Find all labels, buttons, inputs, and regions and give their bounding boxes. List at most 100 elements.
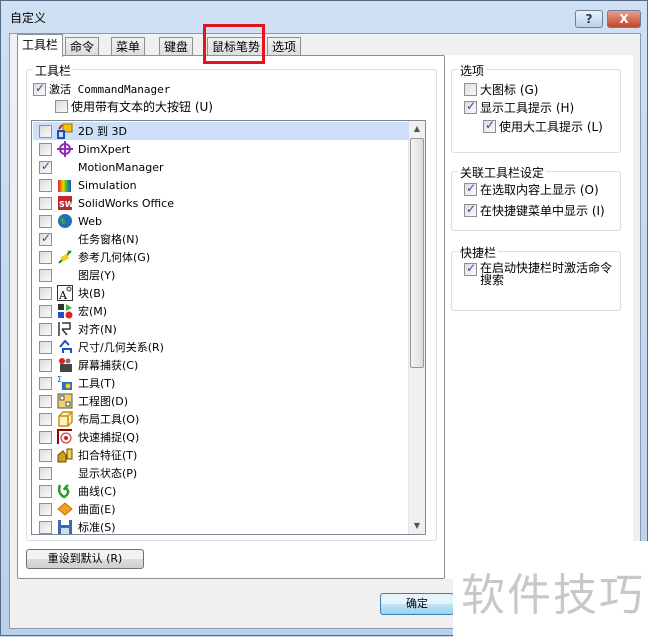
checkbox[interactable] — [464, 261, 477, 276]
toolbar-list-item-label: 快速捕捉(Q) — [78, 431, 140, 444]
dimension-relation-icon — [57, 339, 73, 355]
checkbox[interactable] — [464, 99, 477, 114]
checkbox[interactable] — [39, 231, 52, 246]
toolbar-list-item[interactable]: 布局工具(O) — [33, 410, 409, 428]
dialog-window: 自定义 ? X 工具栏 命令 菜单 键盘 鼠标笔势 选项 工具栏 激活 Comm… — [0, 0, 648, 637]
activate-command-search-checkbox[interactable]: 在启动快捷栏时激活命令搜索 — [464, 261, 614, 286]
checkbox[interactable] — [39, 124, 52, 138]
toolbar-list-item-label: 扣合特征(T) — [78, 449, 138, 462]
toolbar-list-item[interactable]: 宏(M) — [33, 302, 409, 320]
toolbar-list-item[interactable]: 尺寸/几何关系(R) — [33, 338, 409, 356]
toolbar-list-item[interactable]: MotionManager — [33, 158, 409, 176]
toolbar-list-item[interactable]: 图层(Y) — [33, 266, 409, 284]
tab-options[interactable]: 选项 — [267, 37, 302, 56]
checkbox[interactable] — [39, 268, 52, 282]
toolbar-list-item[interactable]: SW SolidWorks Office — [33, 194, 409, 212]
toolbar-list-item[interactable]: Σ 工具(T) — [33, 374, 409, 392]
tab-keyboard[interactable]: 键盘 — [159, 37, 194, 56]
checkbox[interactable] — [39, 376, 52, 390]
toolbar-list-item[interactable]: 扣合特征(T) — [33, 446, 409, 464]
checkbox[interactable] — [39, 196, 52, 210]
tab-menus[interactable]: 菜单 — [111, 37, 146, 56]
toolbar-list[interactable]: ▲ ▼ 2D 到 3D DimXpert MotionManager Simulati… — [31, 120, 426, 535]
ok-button[interactable]: 确定 — [380, 593, 454, 615]
checkbox[interactable] — [39, 286, 52, 300]
reset-to-default-button[interactable]: 重设到默认 (R) — [26, 549, 144, 569]
toolbar-list-item[interactable]: 显示状态(P) — [33, 464, 409, 482]
2d-to-3d-icon — [57, 123, 73, 139]
blank-icon — [57, 267, 73, 283]
svg-text:*: * — [67, 249, 71, 257]
scroll-down-icon[interactable]: ▼ — [409, 518, 425, 534]
checkbox[interactable] — [39, 448, 52, 462]
toolbar-list-item[interactable]: 快速捕捉(Q) — [33, 428, 409, 446]
checkbox[interactable] — [39, 214, 52, 228]
large-buttons-checkbox[interactable]: 使用带有文本的大按钮 (U) — [55, 98, 213, 115]
checkbox[interactable] — [33, 81, 46, 96]
checkbox[interactable] — [483, 118, 496, 133]
large-icons-checkbox[interactable]: 大图标 (G) — [464, 81, 538, 98]
checkbox[interactable] — [464, 202, 477, 217]
checkbox[interactable] — [39, 430, 52, 444]
show-tooltips-checkbox[interactable]: 显示工具提示 (H) — [464, 99, 574, 116]
toolbar-list-item-label: Simulation — [78, 178, 137, 192]
toolbar-list-item[interactable]: 标准(S) — [33, 518, 409, 534]
checkbox[interactable] — [55, 100, 68, 113]
toolbar-group-label: 工具栏 — [33, 62, 74, 79]
toolbar-list-item[interactable]: 2D 到 3D — [33, 122, 409, 140]
toolbar-list-item[interactable]: Simulation — [33, 176, 409, 194]
checkbox[interactable] — [39, 484, 52, 498]
checkbox[interactable] — [39, 466, 52, 480]
checkbox[interactable] — [39, 502, 52, 516]
toolbar-list-item[interactable]: A 块(B) — [33, 284, 409, 302]
toolbar-list-item-label: MotionManager — [78, 160, 164, 174]
checkbox[interactable] — [39, 159, 52, 174]
checkbox[interactable] — [39, 394, 52, 408]
checkbox[interactable] — [39, 178, 52, 192]
checkbox-label: 大图标 (G) — [480, 83, 539, 97]
close-button[interactable]: X — [607, 10, 641, 28]
drawing-icon — [57, 393, 73, 409]
toolbar-list-item[interactable]: 屏幕捕获(C) — [33, 356, 409, 374]
checkbox-label: 显示工具提示 (H) — [480, 101, 575, 115]
toolbar-list-item-label: 曲线(C) — [78, 485, 117, 498]
checkbox-label: 使用带有文本的大按钮 (U) — [71, 100, 213, 114]
toolbar-list-item[interactable]: 对齐(N) — [33, 320, 409, 338]
checkbox[interactable] — [464, 83, 477, 96]
fastening-feature-icon — [57, 447, 73, 463]
options-group-label: 选项 — [458, 62, 487, 79]
show-in-shortcut-menu-checkbox[interactable]: 在快捷键菜单中显示 (I) — [464, 202, 605, 219]
toolbar-list-item[interactable]: 曲线(C) — [33, 482, 409, 500]
checkbox[interactable] — [39, 322, 52, 336]
checkbox[interactable] — [39, 142, 52, 156]
toolbar-list-item[interactable]: Web — [33, 212, 409, 230]
toolbar-list-item-label: 布局工具(O) — [78, 413, 140, 426]
checkbox[interactable] — [39, 520, 52, 534]
tab-commands[interactable]: 命令 — [65, 37, 100, 56]
tab-toolbars[interactable]: 工具栏 — [17, 34, 64, 57]
checkbox[interactable] — [39, 340, 52, 354]
toolbar-list-item-label: 参考几何体(G) — [78, 251, 151, 264]
checkbox[interactable] — [39, 304, 52, 318]
help-button[interactable]: ? — [575, 10, 603, 28]
checkbox[interactable] — [39, 250, 52, 264]
checkbox[interactable] — [464, 181, 477, 196]
checkbox[interactable] — [39, 412, 52, 426]
checkbox[interactable] — [39, 358, 52, 372]
show-on-selection-checkbox[interactable]: 在选取内容上显示 (O) — [464, 181, 599, 198]
toolbar-list-item[interactable]: DimXpert — [33, 140, 409, 158]
context-toolbar-group: 关联工具栏设定 — [451, 164, 621, 231]
toolbar-list-item[interactable]: * 参考几何体(G) — [33, 248, 409, 266]
toolbar-list-item[interactable]: 曲面(E) — [33, 500, 409, 518]
activate-commandmanager-checkbox[interactable]: 激活 CommandManager — [33, 81, 170, 97]
highlight-box — [203, 24, 265, 64]
toolbar-list-item[interactable]: 任务窗格(N) — [33, 230, 409, 248]
svg-text:A: A — [58, 289, 68, 301]
scrollbar-thumb[interactable] — [410, 138, 424, 368]
toolbar-list-item-label: Web — [78, 214, 102, 228]
large-tooltips-checkbox[interactable]: 使用大工具提示 (L) — [483, 118, 603, 135]
scrollbar[interactable]: ▲ ▼ — [408, 121, 425, 534]
scroll-up-icon[interactable]: ▲ — [409, 121, 425, 137]
toolbar-list-item[interactable]: 工程图(D) — [33, 392, 409, 410]
shortcut-group-label: 快捷栏 — [458, 244, 499, 261]
